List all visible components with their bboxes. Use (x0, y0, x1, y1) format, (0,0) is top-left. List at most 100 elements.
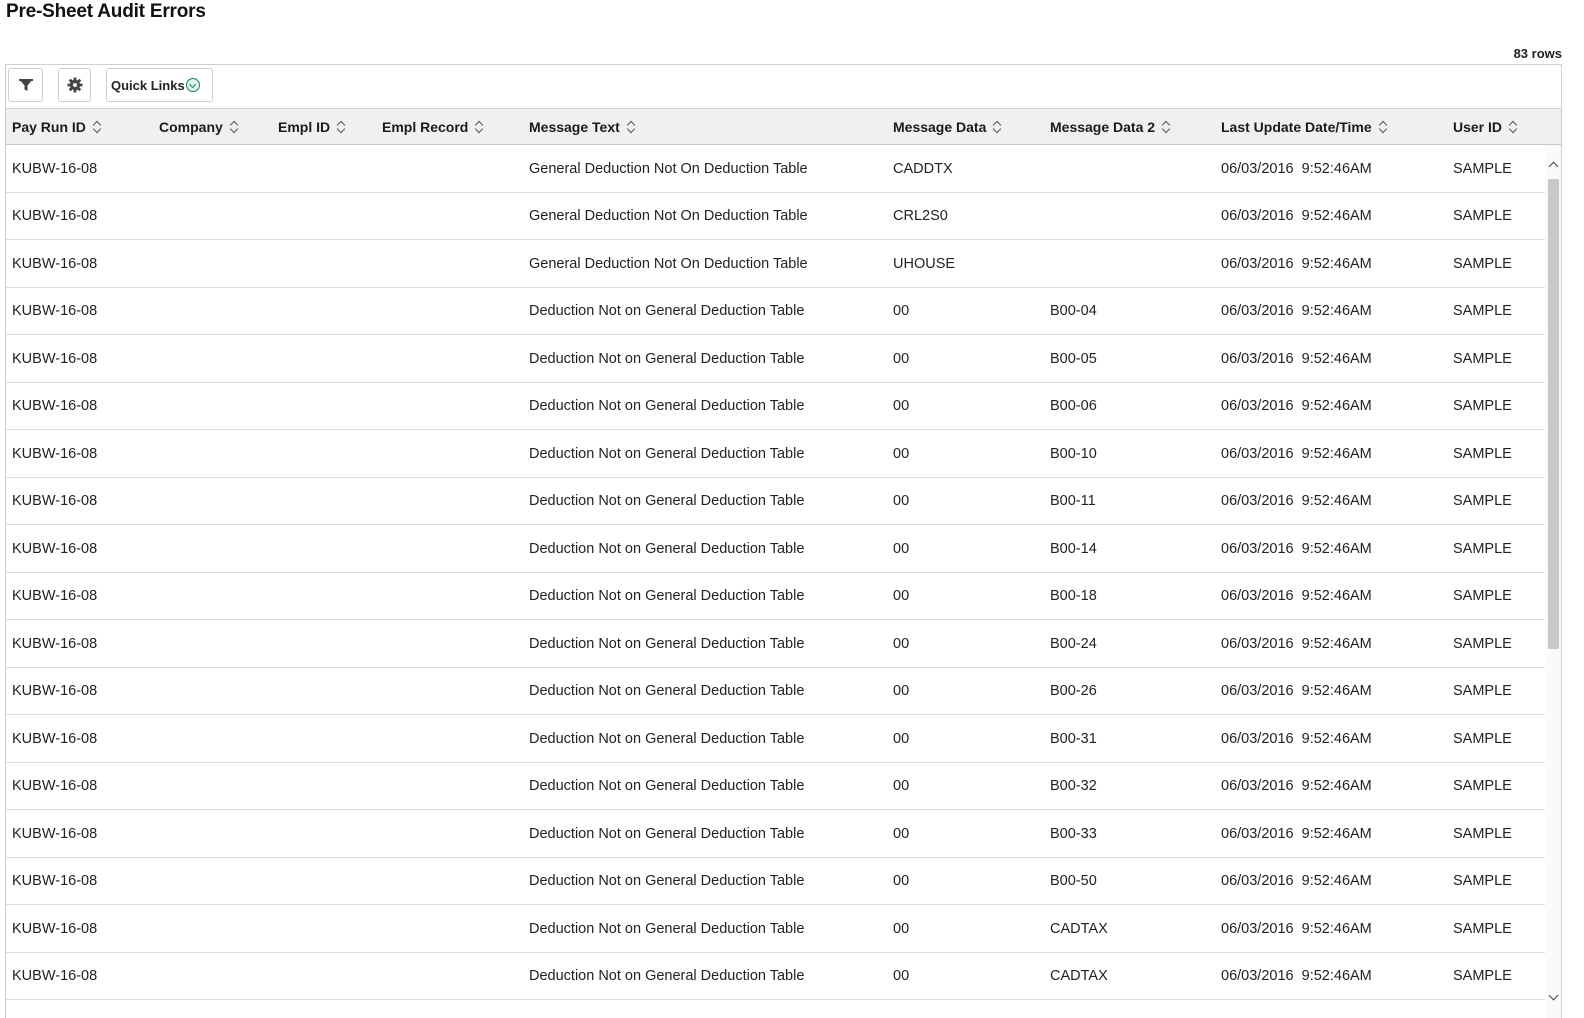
cell-message-data-2: B00-05 (1050, 350, 1097, 367)
table-row[interactable]: KUBW-16-08 Deduction Not on General Deduc… (6, 288, 1546, 335)
cell-last-update: 06/03/2016 9:52:46AM (1221, 968, 1372, 984)
cell-message-data-2: B00-04 (1050, 303, 1097, 319)
cell-last-update: 06/03/2016 9:52:46AM (1221, 920, 1372, 937)
cell-last-update: 06/03/2016 9:52:46AM (1221, 208, 1372, 224)
cell-pay-run-id: KUBW-16-08 (12, 160, 98, 177)
sort-icon (92, 121, 102, 133)
column-header-last-update[interactable]: Last Update Date/Time (1221, 109, 1388, 145)
cell-message-data-2: B00-14 (1050, 540, 1097, 557)
table-row[interactable]: KUBW-16-08 Deduction Not on General Deduc… (6, 668, 1546, 715)
cell-message-data: 00 (893, 730, 910, 747)
table-row[interactable]: KUBW-16-08 Deduction Not on General Deduc… (6, 620, 1546, 668)
cell-message-data: 00 (893, 493, 910, 509)
scrollbar-thumb[interactable] (1548, 179, 1559, 649)
cell-message-data: 00 (893, 588, 910, 604)
cell-message-text: Deduction Not on General Deduction Table (529, 778, 805, 794)
column-header-user-id[interactable]: User ID (1453, 109, 1518, 145)
cell-pay-run-id: KUBW-16-08 (12, 303, 98, 319)
cell-message-data: 00 (893, 540, 910, 557)
sort-icon (229, 121, 239, 133)
cell-message-text: Deduction Not on General Deduction Table (529, 303, 805, 319)
column-header-label: Company (159, 119, 223, 135)
table-row[interactable]: KUBW-16-08 Deduction Not on General Deduc… (6, 478, 1546, 525)
column-header-empl-id[interactable]: Empl ID (278, 109, 346, 145)
sort-icon (992, 121, 1002, 133)
table-row[interactable]: KUBW-16-08 Deduction Not on General Deduc… (6, 763, 1546, 810)
cell-pay-run-id: KUBW-16-08 (12, 683, 98, 699)
table-row[interactable]: KUBW-16-08 Deduction Not on General Deduc… (6, 383, 1546, 430)
cell-pay-run-id: KUBW-16-08 (12, 540, 98, 557)
cell-user-id: SAMPLE (1453, 255, 1512, 272)
column-header-label: Pay Run ID (12, 119, 86, 135)
cell-last-update: 06/03/2016 9:52:46AM (1221, 303, 1372, 319)
cell-pay-run-id: KUBW-16-08 (12, 445, 98, 462)
cell-message-data: UHOUSE (893, 255, 956, 272)
table-row[interactable]: KUBW-16-08 Deduction Not on General Deduc… (6, 858, 1546, 905)
cell-user-id: SAMPLE (1453, 350, 1512, 367)
column-header-company[interactable]: Company (159, 109, 239, 145)
table-row[interactable]: KUBW-16-08 General Deduction Not On Deduc… (6, 193, 1546, 240)
page-title: Pre-Sheet Audit Errors (6, 1, 206, 22)
scroll-down-icon[interactable] (1545, 990, 1561, 1008)
cell-message-text: Deduction Not on General Deduction Table (529, 445, 805, 462)
column-header-label: Empl Record (382, 119, 469, 135)
cell-message-text: Deduction Not on General Deduction Table (529, 398, 805, 414)
row-count: 83 rows (1513, 46, 1562, 61)
cell-user-id: SAMPLE (1453, 303, 1512, 319)
table-row[interactable]: KUBW-16-08 Deduction Not on General Deduc… (6, 335, 1546, 383)
cell-pay-run-id: KUBW-16-08 (12, 920, 98, 937)
table-row[interactable]: KUBW-16-08 Deduction Not on General Deduc… (6, 573, 1546, 620)
cell-user-id: SAMPLE (1453, 778, 1512, 794)
cell-last-update: 06/03/2016 9:52:46AM (1221, 398, 1372, 414)
cell-pay-run-id: KUBW-16-08 (12, 825, 98, 842)
cell-pay-run-id: KUBW-16-08 (12, 350, 98, 367)
table-row[interactable]: KUBW-16-08 Deduction Not on General Deduc… (6, 953, 1546, 1000)
cell-message-data-2: B00-32 (1050, 778, 1097, 794)
cell-message-data: 00 (893, 398, 910, 414)
cell-message-data: 00 (893, 350, 910, 367)
cell-message-text: Deduction Not on General Deduction Table (529, 683, 805, 699)
column-header-pay-run-id[interactable]: Pay Run ID (12, 109, 102, 145)
column-header-message-data-2[interactable]: Message Data 2 (1050, 109, 1171, 145)
table-row[interactable]: KUBW-16-08 Deduction Not on General Deduc… (6, 715, 1546, 763)
cell-pay-run-id: KUBW-16-08 (12, 873, 98, 889)
cell-last-update: 06/03/2016 9:52:46AM (1221, 445, 1372, 462)
cell-last-update: 06/03/2016 9:52:46AM (1221, 255, 1372, 272)
cell-message-text: General Deduction Not On Deduction Table (529, 255, 808, 272)
cell-message-data: 00 (893, 683, 910, 699)
settings-button[interactable] (58, 68, 91, 102)
cell-message-text: Deduction Not on General Deduction Table (529, 493, 805, 509)
cell-pay-run-id: KUBW-16-08 (12, 968, 98, 984)
quick-links-label: Quick Links (111, 77, 185, 93)
cell-pay-run-id: KUBW-16-08 (12, 730, 98, 747)
cell-message-data: CADDTX (893, 160, 953, 177)
cell-message-data-2: B00-33 (1050, 825, 1097, 842)
table-row[interactable]: KUBW-16-08 Deduction Not on General Deduc… (6, 905, 1546, 953)
cell-message-data: 00 (893, 445, 910, 462)
grid-header-row: Pay Run ID Company Empl ID Empl Record M… (6, 109, 1561, 145)
table-row[interactable]: KUBW-16-08 Deduction Not on General Deduc… (6, 810, 1546, 858)
cell-user-id: SAMPLE (1453, 445, 1512, 462)
table-row[interactable]: KUBW-16-08 General Deduction Not On Deduc… (6, 145, 1546, 193)
cell-user-id: SAMPLE (1453, 493, 1512, 509)
table-row[interactable]: KUBW-16-08 Deduction Not on General Deduc… (6, 525, 1546, 573)
cell-message-data: 00 (893, 635, 910, 652)
table-row[interactable]: KUBW-16-08 Deduction Not on General Deduc… (6, 430, 1546, 478)
column-header-message-data[interactable]: Message Data (893, 109, 1002, 145)
quick-links-button[interactable]: Quick Links (106, 68, 213, 102)
column-header-message-text[interactable]: Message Text (529, 109, 636, 145)
column-header-label: Message Text (529, 119, 620, 135)
vertical-scrollbar[interactable] (1545, 145, 1561, 1018)
cell-last-update: 06/03/2016 9:52:46AM (1221, 825, 1372, 842)
table-row[interactable]: KUBW-16-08 General Deduction Not On Deduc… (6, 240, 1546, 288)
sort-icon (626, 121, 636, 133)
cell-user-id: SAMPLE (1453, 920, 1512, 937)
cell-message-data-2: B00-24 (1050, 635, 1097, 652)
cell-user-id: SAMPLE (1453, 825, 1512, 842)
column-header-label: Message Data 2 (1050, 119, 1156, 135)
cell-pay-run-id: KUBW-16-08 (12, 398, 98, 414)
scroll-up-icon[interactable] (1545, 157, 1561, 175)
column-header-empl-record[interactable]: Empl Record (382, 109, 484, 145)
filter-button[interactable] (8, 68, 43, 102)
cell-message-text: Deduction Not on General Deduction Table (529, 920, 805, 937)
